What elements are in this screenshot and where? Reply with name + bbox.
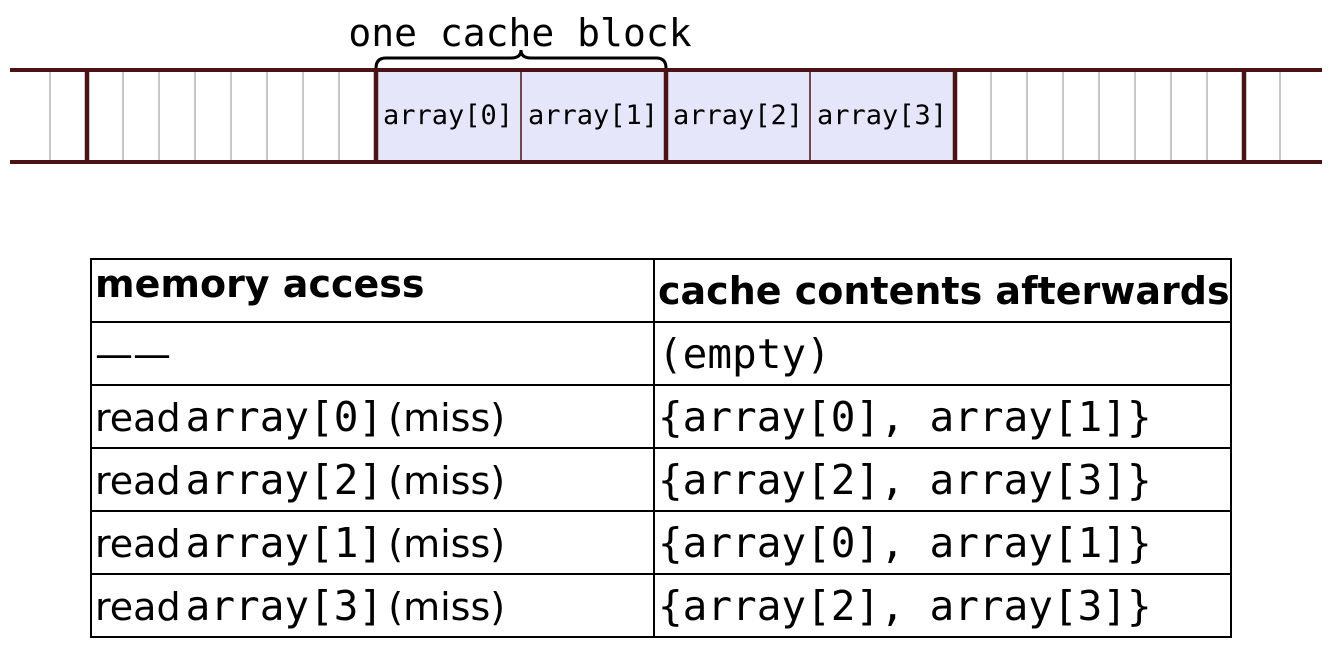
cache-cell: {array[2], array[3]} bbox=[653, 573, 1232, 638]
header-label: memory access bbox=[95, 261, 425, 306]
header-label: cache contents afterwards bbox=[658, 268, 1230, 313]
access-result: (miss) bbox=[388, 584, 506, 629]
cache-contents: {array[0], array[1]} bbox=[658, 518, 1152, 567]
memory-strip: array[0] array[1] array[2] array[3] one … bbox=[10, 11, 1322, 164]
table-row: read array[1] (miss) {array[0], array[1]… bbox=[90, 510, 1232, 575]
access-target: array[3] bbox=[185, 581, 384, 630]
access-cell: read array[3] (miss) bbox=[90, 573, 655, 638]
access-result: (miss) bbox=[388, 395, 506, 440]
cache-cell: {array[0], array[1]} bbox=[653, 510, 1232, 575]
access-verb: read bbox=[95, 521, 181, 566]
cache-cell: {array[0], array[1]} bbox=[653, 384, 1232, 449]
cache-contents: {array[2], array[3]} bbox=[658, 455, 1152, 504]
access-target: array[2] bbox=[185, 455, 384, 504]
table-row: read array[2] (miss) {array[2], array[3]… bbox=[90, 447, 1232, 512]
access-target: array[0] bbox=[185, 392, 384, 441]
cell-array-3: array[3] bbox=[817, 100, 947, 131]
header-memory-access: memory access bbox=[90, 258, 655, 323]
cache-contents: {array[0], array[1]} bbox=[658, 392, 1152, 441]
access-result: (miss) bbox=[388, 458, 506, 503]
table-row: read array[3] (miss) {array[2], array[3]… bbox=[90, 573, 1232, 638]
cache-contents: {array[2], array[3]} bbox=[658, 581, 1152, 630]
access-result: (miss) bbox=[388, 521, 506, 566]
access-verb: read bbox=[95, 584, 181, 629]
access-verb: read bbox=[95, 458, 181, 503]
access-cell: —— bbox=[90, 321, 655, 386]
block-boundaries bbox=[84, 68, 1247, 164]
access-target: array[1] bbox=[185, 518, 384, 567]
table-row: —— (empty) bbox=[90, 321, 1232, 386]
cache-contents: (empty) bbox=[658, 329, 831, 378]
access-cell: read array[1] (miss) bbox=[90, 510, 655, 575]
cell-array-0: array[0] bbox=[383, 100, 513, 131]
table-row: read array[0] (miss) {array[0], array[1]… bbox=[90, 384, 1232, 449]
cell-array-2: array[2] bbox=[673, 100, 803, 131]
cell-array-1: array[1] bbox=[528, 100, 658, 131]
access-cell: read array[2] (miss) bbox=[90, 447, 655, 512]
cache-cell: {array[2], array[3]} bbox=[653, 447, 1232, 512]
header-cache-contents: cache contents afterwards bbox=[653, 258, 1232, 323]
access-cell: read array[0] (miss) bbox=[90, 384, 655, 449]
cache-block-label: one cache block bbox=[348, 11, 691, 55]
cache-cell: (empty) bbox=[653, 321, 1232, 386]
access-placeholder: —— bbox=[95, 331, 171, 376]
memory-access-table: memory access cache contents afterwards … bbox=[90, 258, 1232, 638]
access-verb: read bbox=[95, 395, 181, 440]
table-header-row: memory access cache contents afterwards bbox=[90, 258, 1232, 323]
